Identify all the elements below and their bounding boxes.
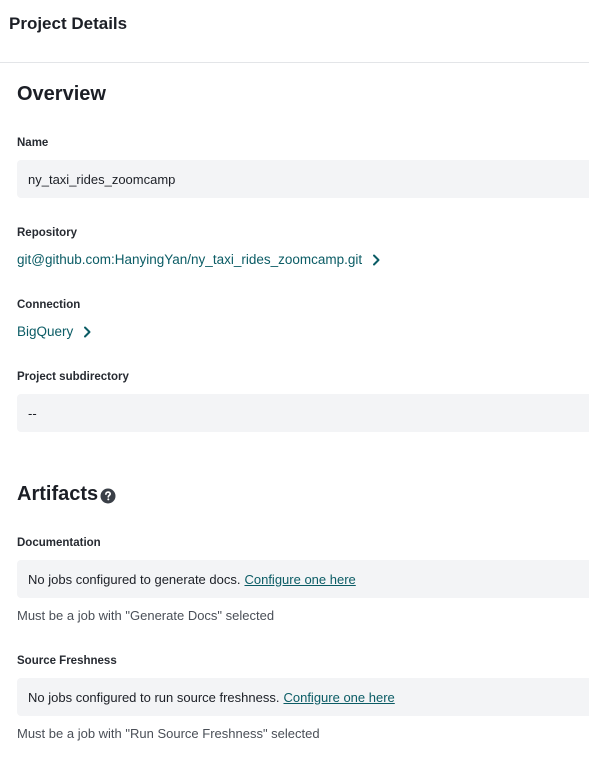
chevron-right-icon[interactable] <box>371 254 381 266</box>
subdirectory-label: Project subdirectory <box>17 371 129 383</box>
artifacts-title-text: Artifacts <box>17 483 99 505</box>
page-title: Project Details <box>9 14 128 33</box>
name-label: Name <box>17 137 49 149</box>
name-value: ny_taxi_rides_zoomcamp <box>28 171 176 187</box>
connection-label: Connection <box>17 299 81 311</box>
repository-label: Repository <box>17 227 78 239</box>
overview-section-title: Overview <box>17 83 106 105</box>
name-field: ny_taxi_rides_zoomcamp <box>17 160 589 198</box>
documentation-field: No jobs configured to generate docs. Con… <box>17 560 589 598</box>
repository-link[interactable]: git@github.com:HanyingYan/ny_taxi_rides_… <box>17 252 381 267</box>
freshness-message: No jobs configured to run source freshne… <box>28 689 280 705</box>
subdirectory-value: -- <box>28 405 37 421</box>
freshness-helper: Must be a job with "Run Source Freshness… <box>17 726 320 741</box>
chevron-right-icon[interactable] <box>82 326 92 338</box>
documentation-message: No jobs configured to generate docs. <box>28 571 241 587</box>
configure-freshness-link[interactable]: Configure one here <box>283 690 394 705</box>
subdirectory-field: -- <box>17 394 589 432</box>
repository-link-text[interactable]: git@github.com:HanyingYan/ny_taxi_rides_… <box>17 252 362 267</box>
connection-link[interactable]: BigQuery <box>17 324 92 339</box>
documentation-helper: Must be a job with "Generate Docs" selec… <box>17 608 275 623</box>
page-header: Project Details <box>0 0 589 63</box>
artifacts-section-title: Artifacts <box>17 483 116 506</box>
documentation-label: Documentation <box>17 537 101 549</box>
freshness-field: No jobs configured to run source freshne… <box>17 678 589 716</box>
freshness-label: Source Freshness <box>17 655 117 667</box>
configure-docs-link[interactable]: Configure one here <box>244 572 355 587</box>
connection-link-text[interactable]: BigQuery <box>17 324 73 339</box>
question-circle-icon[interactable] <box>100 488 116 504</box>
